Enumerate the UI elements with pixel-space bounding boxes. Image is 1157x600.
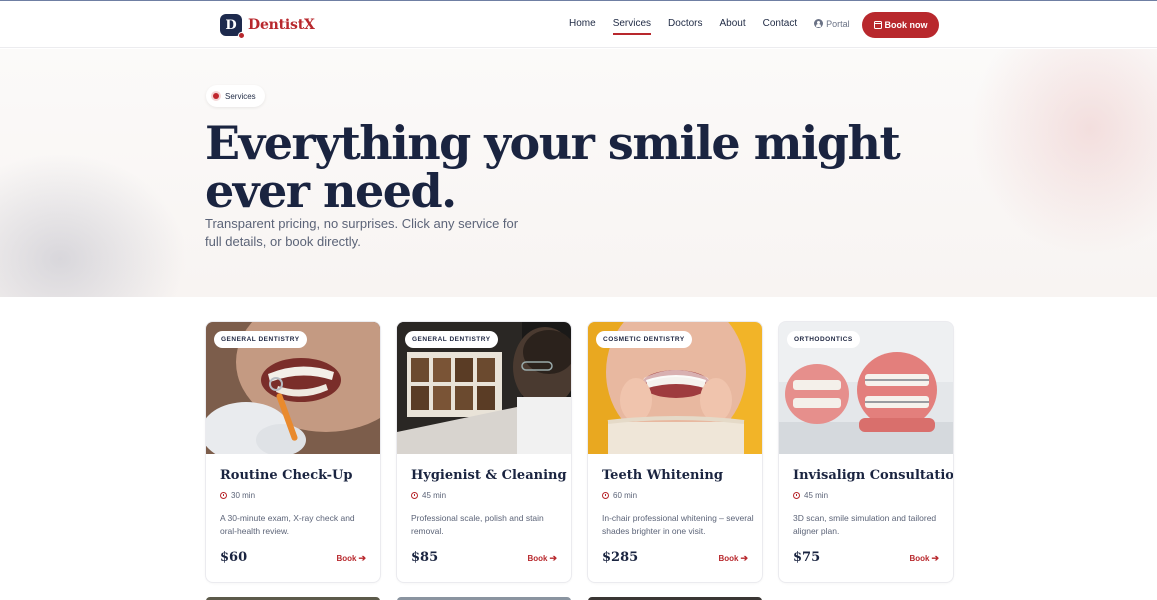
duration-text: 45 min [422, 491, 447, 500]
portal-label: Portal [826, 18, 850, 29]
service-card[interactable]: GENERAL DENTISTRY Routine Check-Up 30 mi… [205, 321, 381, 583]
service-image-whitening: COSMETIC DENTISTRY [588, 322, 762, 454]
pill-label: Services [225, 91, 256, 101]
service-title: Routine Check-Up [220, 468, 353, 483]
book-label: Book [718, 554, 739, 563]
logo[interactable]: D DentistX [220, 13, 315, 39]
nav-link-contact[interactable]: Contact [763, 18, 797, 29]
category-badge: GENERAL DENTISTRY [405, 331, 498, 348]
portal-link[interactable]: Portal [814, 19, 850, 29]
service-price: $85 [411, 550, 439, 565]
service-card[interactable]: COSMETIC DENTISTRY Teeth Whitening 60 mi… [587, 321, 763, 583]
service-title: Teeth Whitening [602, 468, 723, 483]
book-service-link[interactable]: Book ➔ [527, 553, 557, 564]
book-service-link[interactable]: Book ➔ [718, 553, 748, 564]
pill-dot-icon [213, 93, 219, 99]
arrow-right-icon: ➔ [549, 553, 557, 563]
duration-text: 45 min [804, 491, 829, 500]
navbar: D DentistX Home Services Doctors About C… [0, 1, 1157, 48]
section-pill: Services [206, 85, 265, 107]
service-card[interactable]: GENERAL DENTISTRY Hygienist & Cleaning 4… [396, 321, 572, 583]
service-image-invisalign: ORTHODONTICS [779, 322, 953, 454]
nav-link-home[interactable]: Home [569, 18, 596, 29]
book-label: Book [336, 554, 357, 563]
arrow-right-icon: ➔ [931, 553, 939, 563]
category-badge: COSMETIC DENTISTRY [596, 331, 692, 348]
service-description: In-chair professional whitening – severa… [602, 513, 754, 536]
nav-link-doctors[interactable]: Doctors [668, 18, 702, 29]
page-title: Everything your smile might ever need. [205, 116, 901, 218]
calendar-icon [873, 21, 882, 29]
book-now-button[interactable]: Book now [862, 12, 939, 38]
book-service-link[interactable]: Book ➔ [336, 553, 366, 564]
arrow-right-icon: ➔ [740, 553, 748, 563]
duration-text: 30 min [231, 491, 256, 500]
service-duration: 45 min [411, 491, 446, 500]
category-badge: GENERAL DENTISTRY [214, 331, 307, 348]
logo-dot [238, 32, 245, 39]
nav-link-about[interactable]: About [720, 18, 746, 29]
brand-name: DentistX [248, 17, 315, 33]
book-label: Book [527, 554, 548, 563]
user-circle-icon [814, 19, 824, 28]
service-title: Hygienist & Cleaning [411, 468, 567, 483]
nav-links: Home Services Doctors About Contact Port… [569, 18, 850, 35]
page-subtitle: Transparent pricing, no surprises. Click… [205, 216, 519, 249]
service-description: 3D scan, smile simulation and tailored a… [793, 513, 937, 536]
nav-link-services[interactable]: Services [612, 18, 652, 35]
category-badge: ORTHODONTICS [787, 331, 860, 348]
logo-letter: D [225, 17, 237, 33]
service-price: $60 [220, 550, 248, 565]
service-image-cleaning: GENERAL DENTISTRY [397, 322, 571, 454]
service-price: $75 [793, 550, 821, 565]
service-description: A 30-minute exam, X-ray check and oral-h… [220, 513, 355, 536]
clock-icon [793, 492, 800, 499]
clock-icon [220, 492, 227, 499]
service-price: $285 [602, 550, 639, 565]
duration-text: 60 min [613, 491, 638, 500]
service-title: Invisalign Consultation [793, 468, 954, 483]
book-label: Book [909, 554, 930, 563]
logo-mark-icon: D [220, 14, 245, 39]
hero-section: Services Everything your smile might eve… [0, 49, 1157, 297]
book-service-link[interactable]: Book ➔ [909, 553, 939, 564]
service-card[interactable]: ORTHODONTICS Invisalign Consultation 45 … [778, 321, 954, 583]
service-duration: 60 min [602, 491, 637, 500]
arrow-right-icon: ➔ [358, 553, 366, 563]
service-duration: 30 min [220, 491, 255, 500]
service-duration: 45 min [793, 491, 828, 500]
book-now-label: Book now [884, 20, 928, 30]
clock-icon [602, 492, 609, 499]
service-description: Professional scale, polish and stain rem… [411, 513, 544, 536]
clock-icon [411, 492, 418, 499]
service-image-checkup: GENERAL DENTISTRY [206, 322, 380, 454]
